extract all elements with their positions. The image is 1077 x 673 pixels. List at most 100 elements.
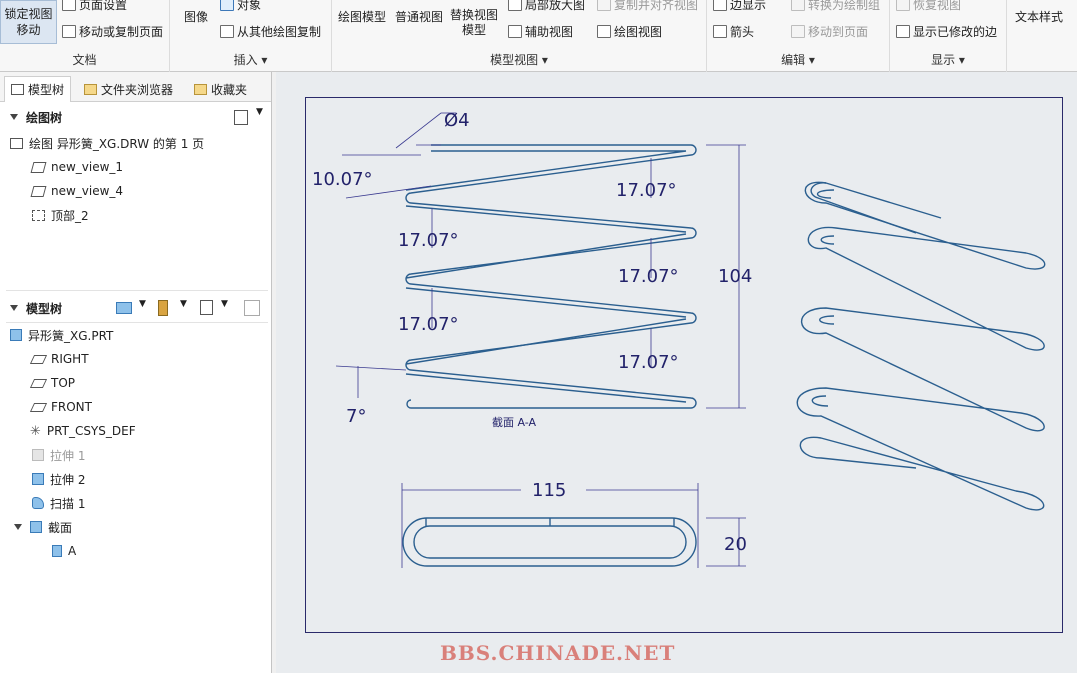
show-modified-edges-icon bbox=[896, 25, 910, 38]
model-tree-item-front[interactable]: FRONT bbox=[29, 396, 92, 418]
lock-view-move-label: 锁定视图 移动 bbox=[4, 7, 53, 37]
tree-settings-menu-icon[interactable]: ▼ bbox=[221, 299, 228, 309]
filter-icon[interactable] bbox=[244, 300, 260, 316]
model-tree-item-extrude2[interactable]: 拉伸 2 bbox=[32, 468, 85, 490]
model-tree-item-section-a[interactable]: A bbox=[52, 540, 76, 562]
arrow-label: 箭头 bbox=[730, 25, 755, 39]
drawing-tree-item-sheet[interactable]: 绘图 异形簧_XG.DRW 的第 1 页 bbox=[10, 132, 204, 154]
group-label-model-views[interactable]: 模型视图 ▾ bbox=[332, 51, 706, 68]
drawing-tree-item-view4[interactable]: new_view_4 bbox=[30, 180, 123, 202]
model-tree-item-section[interactable]: 截面 bbox=[14, 516, 72, 538]
drawing-view-button[interactable]: 绘图视图 bbox=[597, 23, 662, 40]
copy-drawing-icon bbox=[220, 25, 234, 38]
text-style-button[interactable]: 文本样式 bbox=[1015, 8, 1063, 25]
dim-angle-1[interactable]: 10.07° bbox=[312, 169, 373, 190]
model-tree-item-right[interactable]: RIGHT bbox=[29, 348, 89, 370]
panel-tabs: 模型树 文件夹浏览器 收藏夹 bbox=[0, 72, 271, 102]
extrude-icon bbox=[32, 449, 44, 461]
ribbon-group-model-views: 绘图模型 普通视图 替换视图 模型 局部放大图 复制并对齐视图 辅助视图 绘图视… bbox=[332, 0, 707, 72]
detail-view-button[interactable]: 局部放大图 bbox=[508, 0, 585, 13]
copy-align-view-label: 复制并对齐视图 bbox=[614, 0, 699, 12]
image-button[interactable]: 图像 bbox=[184, 8, 208, 25]
arrow-button[interactable]: 箭头 bbox=[713, 23, 754, 40]
top-view-icon bbox=[32, 209, 45, 221]
convert-to-group-label: 转换为绘制组 bbox=[808, 0, 881, 12]
model-tree-item-part[interactable]: 异形簧_XG.PRT bbox=[10, 324, 113, 346]
text-style-label: 文本样式 bbox=[1015, 10, 1064, 24]
model-tree-item-extrude1[interactable]: 拉伸 1 bbox=[32, 444, 85, 466]
dim-angle-bottom[interactable]: 7° bbox=[346, 406, 366, 427]
move-copy-page-label: 移动或复制页面 bbox=[79, 25, 164, 39]
tab-folder-browser[interactable]: 文件夹浏览器 bbox=[78, 76, 179, 102]
auxiliary-view-icon bbox=[508, 25, 522, 38]
convert-to-group-button[interactable]: 转换为绘制组 bbox=[791, 0, 880, 13]
display-style-icon[interactable] bbox=[116, 302, 132, 314]
drawing-tree-item-top2[interactable]: 顶部_2 bbox=[32, 204, 89, 226]
sheet-icon bbox=[10, 137, 23, 149]
tools-icon[interactable] bbox=[158, 300, 168, 316]
general-view-button[interactable]: 普通视图 bbox=[395, 8, 443, 25]
model-tree-item-top[interactable]: TOP bbox=[29, 372, 75, 394]
dim-width[interactable]: 115 bbox=[532, 480, 566, 501]
drawing-tree-settings-icon[interactable] bbox=[234, 110, 248, 125]
restore-view-button[interactable]: 恢复视图 bbox=[896, 0, 961, 13]
move-to-page-label: 移动到页面 bbox=[808, 25, 869, 39]
page-setup-button[interactable]: 页面设置 bbox=[62, 0, 127, 13]
replace-view-model-label: 替换视图 模型 bbox=[450, 8, 499, 37]
collapse-drawing-tree-icon[interactable] bbox=[10, 114, 18, 120]
display-style-menu-icon[interactable]: ▼ bbox=[139, 299, 146, 309]
part-icon bbox=[10, 329, 22, 341]
section-a-icon bbox=[52, 545, 62, 557]
dim-height[interactable]: 104 bbox=[718, 266, 752, 287]
copy-align-view-button[interactable]: 复制并对齐视图 bbox=[597, 0, 698, 13]
tab-favorites[interactable]: 收藏夹 bbox=[188, 76, 253, 102]
edge-display-label: 边显示 bbox=[730, 0, 767, 12]
group-label-insert[interactable]: 插入 ▾ bbox=[170, 51, 331, 68]
model-tree-item-csys[interactable]: ✳ PRT_CSYS_DEF bbox=[30, 420, 136, 442]
section-label[interactable]: 截面 A-A bbox=[492, 415, 537, 429]
dim-angle-6[interactable]: 17.07° bbox=[618, 352, 679, 373]
drawing-canvas[interactable]: Ø4 10.07° 17.07° 17.07° 17.07° 17.07° 17… bbox=[276, 72, 1077, 673]
collapse-model-tree-icon[interactable] bbox=[10, 305, 18, 311]
dim-angle-5[interactable]: 17.07° bbox=[398, 314, 459, 335]
copy-from-other-drawing-button[interactable]: 从其他绘图复制 bbox=[220, 23, 321, 40]
detail-view-icon bbox=[508, 0, 522, 11]
auxiliary-view-button[interactable]: 辅助视图 bbox=[508, 23, 573, 40]
datum-plane-icon bbox=[29, 402, 48, 412]
drawing-model-button[interactable]: 绘图模型 bbox=[338, 8, 386, 25]
tree-settings-icon[interactable] bbox=[200, 300, 213, 315]
edge-display-button[interactable]: 边显示 bbox=[713, 0, 766, 13]
view-icon bbox=[30, 161, 47, 173]
dim-angle-4[interactable]: 17.07° bbox=[618, 266, 679, 287]
dim-angle-2[interactable]: 17.07° bbox=[616, 180, 677, 201]
auxiliary-view-label: 辅助视图 bbox=[525, 25, 574, 39]
favorites-icon bbox=[194, 83, 207, 95]
ribbon-toolbar: 锁定视图 移动 页面设置 移动或复制页面 文档 图像 对象 从其他绘图复制 插入… bbox=[0, 0, 1077, 72]
drawing-tree-item-view1[interactable]: new_view_1 bbox=[30, 156, 123, 178]
edge-display-icon bbox=[713, 0, 727, 11]
drawing-tree-menu-icon[interactable]: ▼ bbox=[256, 107, 263, 117]
folder-icon bbox=[84, 83, 97, 95]
dim-angle-3[interactable]: 17.07° bbox=[398, 230, 459, 251]
general-view-label: 普通视图 bbox=[395, 10, 444, 24]
group-label-edit[interactable]: 编辑 ▾ bbox=[707, 51, 889, 68]
dim-thickness[interactable]: 20 bbox=[724, 534, 747, 555]
tools-menu-icon[interactable]: ▼ bbox=[180, 299, 187, 309]
group-label-display[interactable]: 显示 ▾ bbox=[890, 51, 1006, 68]
navigator-panel: 模型树 文件夹浏览器 收藏夹 绘图树 ▼ 绘图 异形簧_XG.DRW 的第 1 … bbox=[0, 72, 272, 673]
lock-view-move-button[interactable]: 锁定视图 移动 bbox=[0, 0, 57, 44]
model-tree-header[interactable]: 模型树 ▼ ▼ ▼ bbox=[0, 296, 272, 320]
move-copy-page-button[interactable]: 移动或复制页面 bbox=[62, 23, 163, 40]
page-setup-label: 页面设置 bbox=[79, 0, 128, 12]
replace-view-model-button[interactable]: 替换视图 模型 bbox=[450, 8, 498, 38]
expand-section-icon[interactable] bbox=[14, 524, 22, 530]
tab-model-tree[interactable]: 模型树 bbox=[4, 76, 72, 102]
move-to-page-button[interactable]: 移动到页面 bbox=[791, 23, 868, 40]
show-modified-edges-button[interactable]: 显示已修改的边 bbox=[896, 23, 997, 40]
model-tree-item-sweep1[interactable]: 扫描 1 bbox=[32, 492, 85, 514]
page-setup-icon bbox=[62, 0, 76, 11]
drawing-tree-header[interactable]: 绘图树 ▼ bbox=[0, 105, 272, 129]
dim-diameter[interactable]: Ø4 bbox=[444, 110, 470, 131]
object-button[interactable]: 对象 bbox=[220, 0, 261, 13]
ribbon-group-document: 锁定视图 移动 页面设置 移动或复制页面 文档 bbox=[0, 0, 170, 72]
